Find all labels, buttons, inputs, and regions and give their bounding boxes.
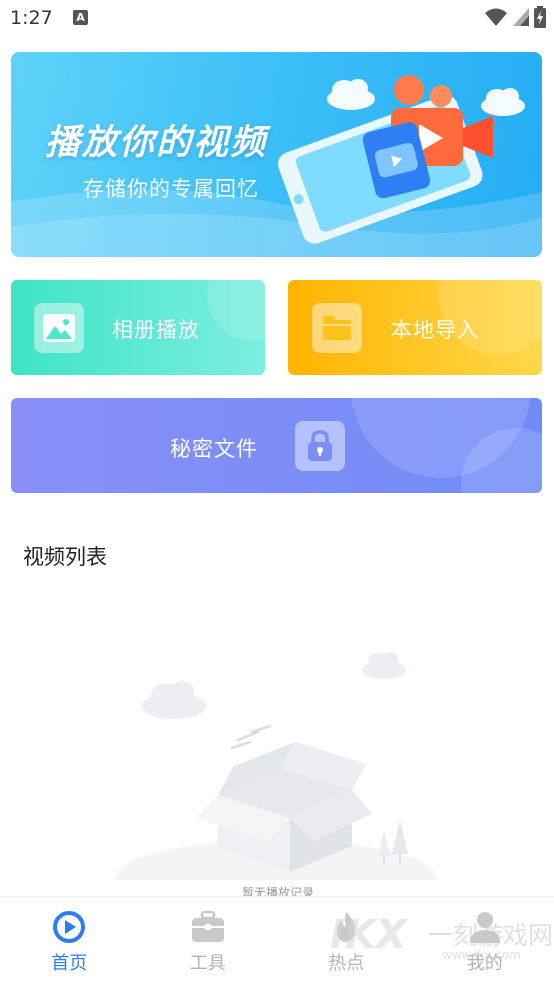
secret-files-label: 秘密文件 [170,437,258,461]
album-play-label: 相册播放 [112,318,200,342]
empty-state: 暂无播放记录 [100,640,460,916]
status-time: 1:27 [10,7,53,29]
tab-home[interactable]: 首页 [0,897,139,984]
status-bar: 1:27 A [0,0,554,36]
wifi-icon [485,8,507,26]
status-indicators [484,6,546,28]
folder-icon [312,303,362,353]
empty-box-illustration [116,652,436,916]
video-list-title: 视频列表 [23,545,107,569]
battery-icon [534,6,546,28]
image-icon [34,303,84,353]
play-circle-icon [53,911,86,943]
hero-banner[interactable]: 播放你的视频 存储你的专属回忆 [11,52,542,257]
tab-tools[interactable]: 工具 [139,897,278,984]
signal-icon [513,8,529,26]
tab-tools-label: 工具 [189,953,226,974]
tab-home-label: 首页 [51,953,88,974]
cloud-icon [327,79,375,110]
banner-title: 播放你的视频 [45,123,268,163]
watermark-logo: IKX [330,912,407,958]
notification-icon: A [73,10,88,25]
local-import-label: 本地导入 [391,318,479,342]
banner-subtitle: 存储你的专属回忆 [83,177,259,201]
lock-icon [295,421,345,471]
watermark: IKX 一刻游戏网 www.ikx.com [330,912,554,972]
toolbox-icon [191,910,224,942]
local-import-button[interactable]: 本地导入 [288,280,542,375]
secret-files-button[interactable]: 秘密文件 [11,398,542,493]
watermark-url: www.ikx.com [442,948,521,962]
card-decoration [207,280,265,340]
watermark-text: 一刻游戏网 [428,921,554,950]
album-play-button[interactable]: 相册播放 [11,280,265,375]
